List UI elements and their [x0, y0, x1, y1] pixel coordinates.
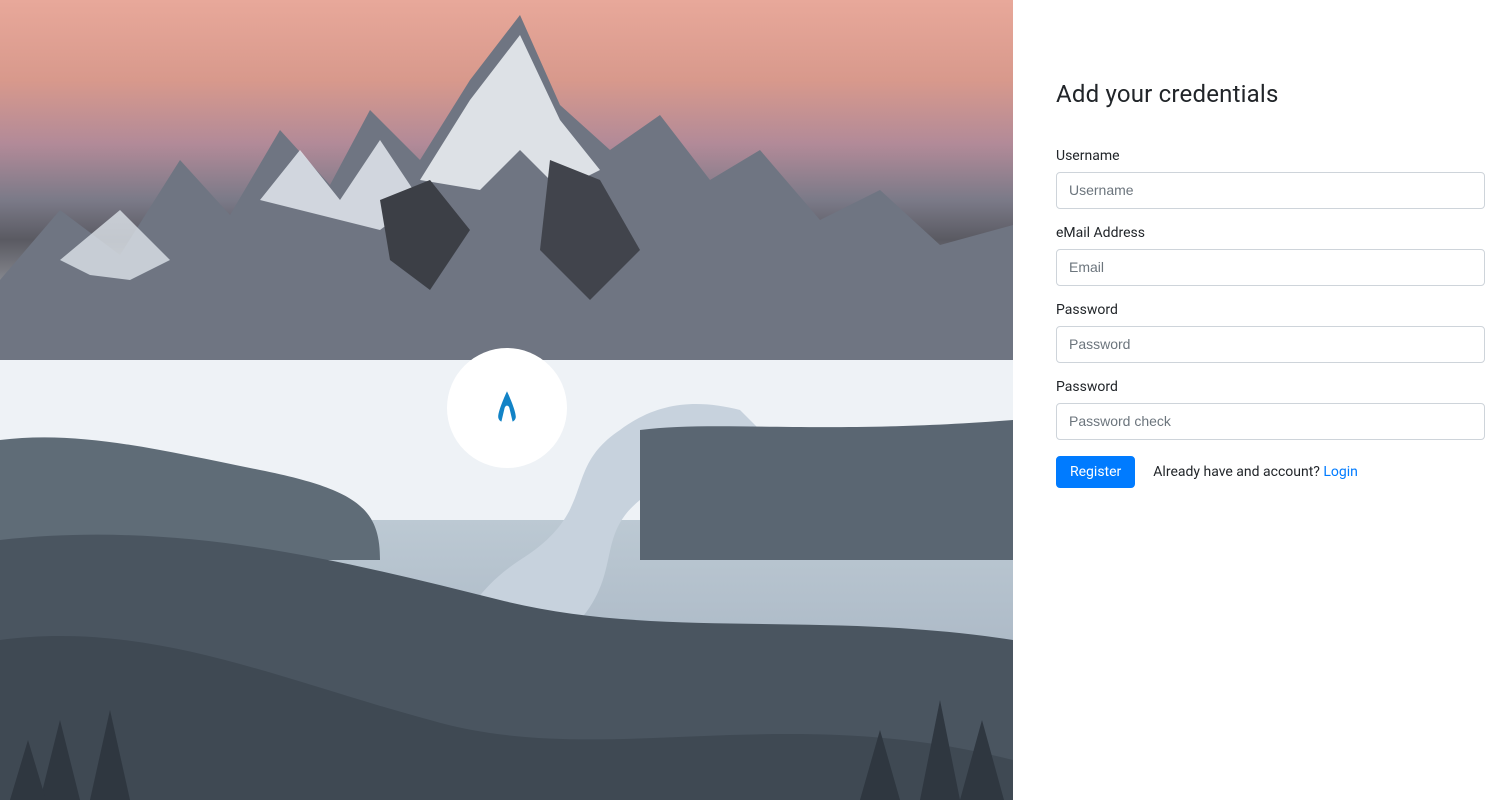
- field-password: Password: [1056, 302, 1485, 363]
- already-text: Already have and account?: [1153, 464, 1323, 480]
- login-link[interactable]: Login: [1323, 464, 1358, 480]
- password-input[interactable]: [1056, 326, 1485, 363]
- email-input[interactable]: [1056, 249, 1485, 286]
- username-input[interactable]: [1056, 172, 1485, 209]
- field-email: eMail Address: [1056, 225, 1485, 286]
- password-check-label: Password: [1056, 379, 1485, 395]
- register-form-panel: Add your credentials Username eMail Addr…: [1013, 0, 1500, 800]
- hero-panel: [0, 0, 1013, 800]
- field-password-check: Password: [1056, 379, 1485, 440]
- password-check-input[interactable]: [1056, 403, 1485, 440]
- register-button[interactable]: Register: [1056, 456, 1135, 488]
- form-actions: Register Already have and account? Login: [1056, 456, 1485, 488]
- username-label: Username: [1056, 148, 1485, 164]
- password-label: Password: [1056, 302, 1485, 318]
- field-username: Username: [1056, 148, 1485, 209]
- already-have-account: Already have and account? Login: [1153, 464, 1358, 480]
- page-title: Add your credentials: [1056, 80, 1485, 108]
- email-label: eMail Address: [1056, 225, 1485, 241]
- brand-logo-icon: [487, 388, 527, 428]
- brand-logo: [447, 348, 567, 468]
